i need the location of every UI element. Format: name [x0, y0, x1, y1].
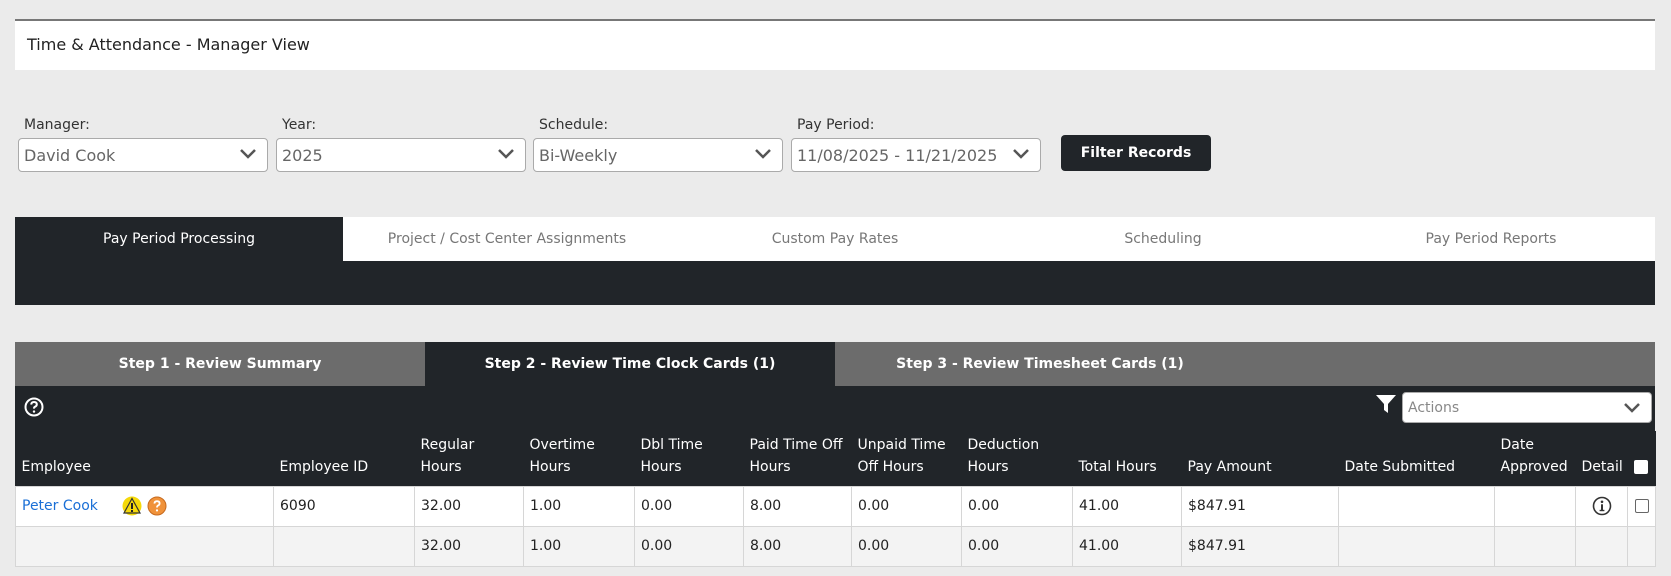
totals-row: 32.00 1.00 0.00 8.00 0.00 0.00 41.00 $84…: [15, 525, 1656, 567]
dbl-time-hours-cell: 0.00: [634, 485, 744, 527]
col-date-submitted[interactable]: Date Submitted: [1338, 431, 1495, 486]
chevron-down-icon: [755, 149, 771, 159]
year-value: 2025: [282, 146, 323, 165]
tab-step-1[interactable]: Step 1 - Review Summary: [15, 342, 425, 386]
time-clock-table: Employee Employee ID Regular Hours Overt…: [15, 431, 1656, 567]
regular-hours-cell: 32.00: [414, 485, 524, 527]
tab-content-band: [15, 261, 1655, 305]
col-employee[interactable]: Employee: [15, 431, 274, 486]
help-icon[interactable]: [24, 397, 44, 417]
select-cell: [1627, 485, 1656, 527]
tab-step-3[interactable]: Step 3 - Review Timesheet Cards (1): [835, 342, 1245, 386]
schedule-label: Schedule:: [539, 117, 609, 133]
page-title: Time & Attendance - Manager View: [27, 35, 310, 54]
col-pay-amount[interactable]: Pay Amount: [1181, 431, 1339, 486]
pay-period-value: 11/08/2025 - 11/21/2025: [797, 146, 998, 165]
totals-select-cell: [1627, 525, 1656, 567]
table-row: Peter Cook 6090 32.00 1.00 0.00 8.00 0.0…: [15, 485, 1656, 527]
detail-cell: [1575, 485, 1628, 527]
totals-approved-cell: [1494, 525, 1576, 567]
year-label: Year:: [282, 117, 317, 133]
col-total-hours[interactable]: Total Hours: [1072, 431, 1182, 486]
page-title-bar: Time & Attendance - Manager View: [15, 21, 1655, 70]
tab-step-2[interactable]: Step 2 - Review Time Clock Cards (1): [425, 342, 835, 386]
col-overtime-hours[interactable]: Overtime Hours: [523, 431, 635, 486]
unpaid-hours-cell: 0.00: [851, 485, 962, 527]
table-header-row: Employee Employee ID Regular Hours Overt…: [15, 431, 1656, 486]
question-icon[interactable]: [147, 496, 167, 516]
totals-detail-cell: [1575, 525, 1628, 567]
overtime-hours-cell: 1.00: [523, 485, 635, 527]
year-select[interactable]: 2025: [276, 138, 526, 172]
warning-icon[interactable]: [122, 496, 142, 516]
actions-select[interactable]: Actions: [1402, 392, 1652, 423]
total-pay-amount: $847.91: [1181, 525, 1339, 567]
total-pto-hours: 8.00: [743, 525, 852, 567]
col-employee-id[interactable]: Employee ID: [273, 431, 415, 486]
tab-scheduling[interactable]: Scheduling: [999, 217, 1327, 261]
pay-period-filter: Pay Period: 11/08/2025 - 11/21/2025: [791, 117, 1041, 172]
chevron-down-icon: [1013, 149, 1029, 159]
total-total-hours: 41.00: [1072, 525, 1182, 567]
total-dbl-time-hours: 0.00: [634, 525, 744, 567]
pto-hours-cell: 8.00: [743, 485, 852, 527]
total-deduction-hours: 0.00: [961, 525, 1073, 567]
total-unpaid-hours: 0.00: [851, 525, 962, 567]
employee-cell: Peter Cook: [15, 485, 274, 527]
schedule-select[interactable]: Bi-Weekly: [533, 138, 783, 172]
chevron-down-icon: [240, 149, 256, 159]
schedule-value: Bi-Weekly: [539, 146, 618, 165]
pay-period-select[interactable]: 11/08/2025 - 11/21/2025: [791, 138, 1041, 172]
totals-submitted-cell: [1338, 525, 1495, 567]
col-detail: Detail: [1575, 431, 1628, 486]
total-overtime-hours: 1.00: [523, 525, 635, 567]
date-submitted-cell: [1338, 485, 1495, 527]
pay-amount-cell: $847.91: [1181, 485, 1339, 527]
totals-employee-id-cell: [273, 525, 415, 567]
row-select-checkbox[interactable]: [1634, 499, 1649, 513]
total-hours-cell: 41.00: [1072, 485, 1182, 527]
employee-id-cell: 6090: [273, 485, 415, 527]
tab-pay-period-processing[interactable]: Pay Period Processing: [15, 217, 343, 261]
select-all-checkbox[interactable]: [1633, 459, 1648, 474]
col-date-approved[interactable]: Date Approved: [1494, 431, 1576, 486]
col-deduction-hours[interactable]: Deduction Hours: [961, 431, 1073, 486]
col-unpaid-hours[interactable]: Unpaid Time Off Hours: [851, 431, 962, 486]
manager-value: David Cook: [24, 146, 116, 165]
manager-label: Manager:: [24, 117, 90, 133]
chevron-down-icon: [1624, 403, 1640, 413]
main-tabs: Pay Period Processing Project / Cost Cen…: [15, 217, 1655, 261]
col-select-all: [1627, 431, 1656, 486]
info-icon[interactable]: [1592, 496, 1612, 516]
col-dbl-time-hours[interactable]: Dbl Time Hours: [634, 431, 744, 486]
filter-records-button[interactable]: Filter Records: [1061, 135, 1211, 171]
col-regular-hours[interactable]: Regular Hours: [414, 431, 524, 486]
total-regular-hours: 32.00: [414, 525, 524, 567]
deduction-hours-cell: 0.00: [961, 485, 1073, 527]
chevron-down-icon: [498, 149, 514, 159]
manager-select[interactable]: David Cook: [18, 138, 268, 172]
step-tabs: Step 1 - Review Summary Step 2 - Review …: [15, 342, 1655, 386]
col-pto-hours[interactable]: Paid Time Off Hours: [743, 431, 852, 486]
pay-period-label: Pay Period:: [797, 117, 875, 133]
schedule-filter: Schedule: Bi-Weekly: [533, 117, 783, 172]
totals-employee-cell: [15, 525, 274, 567]
actions-placeholder: Actions: [1408, 400, 1460, 416]
year-filter: Year: 2025: [276, 117, 526, 172]
tab-custom-pay-rates[interactable]: Custom Pay Rates: [671, 217, 999, 261]
filter-icon[interactable]: [1375, 393, 1397, 415]
tab-project-cost-center[interactable]: Project / Cost Center Assignments: [343, 217, 671, 261]
employee-link[interactable]: Peter Cook: [22, 498, 98, 514]
date-approved-cell: [1494, 485, 1576, 527]
manager-filter: Manager: David Cook: [18, 117, 268, 172]
tab-pay-period-reports[interactable]: Pay Period Reports: [1327, 217, 1655, 261]
